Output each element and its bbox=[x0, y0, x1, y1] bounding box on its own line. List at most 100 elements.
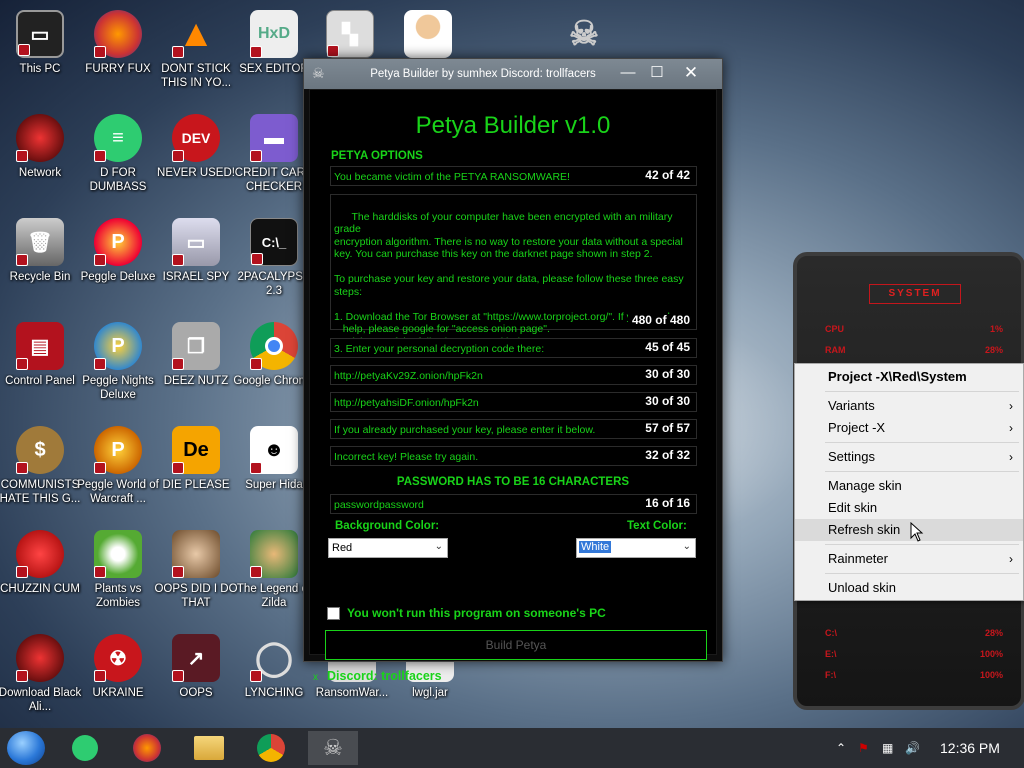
submenu-arrow-icon: › bbox=[1009, 399, 1013, 413]
skin-row-value: 1% bbox=[989, 324, 1003, 334]
desktop-icon-peggle-nights[interactable]: P Peggle Nights Deluxe bbox=[80, 316, 156, 416]
desktop-icon-recycle-bin[interactable]: 🗑 Recycle Bin bbox=[2, 212, 78, 312]
desktop-icon-legend-of-zilda[interactable]: The Legend of Zilda bbox=[236, 524, 312, 624]
text-color-label: Text Color: bbox=[627, 520, 687, 532]
text-color-select[interactable]: White ⌄ bbox=[576, 538, 696, 558]
shortcut-arrow-icon bbox=[172, 150, 184, 162]
desktop-icon-lynching[interactable]: ◯ LYNCHING bbox=[236, 628, 312, 728]
desktop-icon-label: This PC bbox=[19, 63, 61, 75]
minimize-button[interactable]: — bbox=[616, 63, 640, 83]
menu-item-project-x[interactable]: Project -X › bbox=[795, 417, 1023, 439]
desktop-icon-furry-fux[interactable]: FURRY FUX bbox=[80, 4, 156, 104]
desktop-icon-d-for-dumbass[interactable]: ≡ D FOR DUMBASS bbox=[80, 108, 156, 208]
skull-crossbones-icon: ☠ bbox=[568, 15, 600, 53]
menu-item-label: Rainmeter bbox=[828, 551, 888, 566]
desktop-icon-label: Control Panel bbox=[5, 375, 75, 387]
menu-separator bbox=[825, 544, 1019, 545]
desktop-icon-chuzzin[interactable]: CHUZZIN CUM bbox=[0, 524, 80, 624]
close-button[interactable]: ✕ bbox=[679, 63, 703, 83]
menu-item-edit-skin[interactable]: Edit skin bbox=[795, 497, 1023, 519]
shortcut-arrow-icon bbox=[16, 358, 28, 370]
menu-item-variants[interactable]: Variants › bbox=[795, 395, 1023, 417]
desktop-icon-israel-spy[interactable]: ▭ ISRAEL SPY bbox=[158, 212, 234, 312]
desktop-icon-plants-vs-zombies[interactable]: Plants vs Zombies bbox=[80, 524, 156, 624]
show-hidden-icons-icon[interactable]: ⌃ bbox=[836, 728, 846, 768]
desktop-icon-control-panel[interactable]: ▤ Control Panel bbox=[2, 316, 78, 416]
onion-url-1-field[interactable]: http://petyaKv29Z.onion/hpFk2n 30 of 30 bbox=[330, 365, 697, 385]
taskbar-petya-builder[interactable]: ☠ bbox=[308, 731, 358, 765]
money-bag-icon: $ bbox=[16, 426, 64, 474]
taskbar-chat-app[interactable] bbox=[60, 731, 110, 765]
start-button[interactable] bbox=[7, 731, 45, 765]
desktop-icon-dont-stick[interactable]: ▲ DONT STICK THIS IN YO... bbox=[158, 4, 234, 104]
taskbar-firefox[interactable] bbox=[122, 731, 172, 765]
menu-item-manage-skin[interactable]: Manage skin bbox=[795, 475, 1023, 497]
desktop-icon-label: D FOR DUMBASS bbox=[89, 167, 147, 193]
maximize-button[interactable]: ☐ bbox=[645, 63, 669, 83]
desktop-icon-super-hida[interactable]: ☻ Super Hida bbox=[236, 420, 312, 520]
field-text: If you already purchased your key, pleas… bbox=[334, 424, 596, 436]
desktop-icon-sex-editor[interactable]: HxD SEX EDITOR bbox=[236, 4, 312, 104]
dexter-icon: De bbox=[172, 426, 220, 474]
desktop-icon-communists[interactable]: $ COMMUNISTS HATE THIS G... bbox=[0, 420, 80, 520]
menu-separator bbox=[825, 391, 1019, 392]
onion-url-2-field[interactable]: http://petyahsiDF.onion/hpFk2n 30 of 30 bbox=[330, 392, 697, 412]
desktop-icon-die-please[interactable]: De DIE PLEASE bbox=[158, 420, 234, 520]
control-panel-icon: ▤ bbox=[16, 322, 64, 370]
shortcut-arrow-icon bbox=[250, 670, 262, 682]
desktop-icon-download-black[interactable]: Download Black Ali... bbox=[0, 628, 81, 728]
shortcut-arrow-icon bbox=[18, 44, 30, 56]
build-petya-button[interactable]: Build Petya bbox=[325, 630, 707, 660]
network-status-icon[interactable]: ▦ bbox=[882, 728, 893, 768]
desktop-icon-2pacalypse[interactable]: C:\_ 2PACALYPSE 2.3 bbox=[236, 212, 312, 312]
desktop-icon-credit-card[interactable]: ▬ CREDIT CARD CHECKER bbox=[235, 108, 313, 208]
taskbar-chrome[interactable] bbox=[246, 731, 296, 765]
menu-item-refresh-skin[interactable]: Refresh skin bbox=[795, 519, 1023, 541]
desktop-icon-deez-nutz[interactable]: ❐ DEEZ NUTZ bbox=[158, 316, 234, 416]
chrome-icon bbox=[257, 734, 285, 762]
shortcut-arrow-icon bbox=[250, 566, 262, 578]
shortcut-arrow-icon bbox=[172, 462, 184, 474]
chat-icon: ≡ bbox=[94, 114, 142, 162]
password-field[interactable]: passwordpassword 16 of 16 bbox=[330, 494, 697, 514]
background-color-select[interactable]: Red ⌄ bbox=[328, 538, 448, 558]
menu-item-settings[interactable]: Settings › bbox=[795, 446, 1023, 468]
shortcut-arrow-icon bbox=[172, 670, 184, 682]
shortcut-arrow-icon bbox=[251, 253, 263, 265]
desktop-icon-label: DONT STICK THIS IN YO... bbox=[160, 63, 232, 89]
menu-separator bbox=[825, 573, 1019, 574]
char-count: 30 of 30 bbox=[641, 367, 690, 381]
step3-field[interactable]: 3. Enter your personal decryption code t… bbox=[330, 338, 697, 358]
chrome-icon bbox=[250, 322, 298, 370]
desktop-icon-label: Peggle Nights Deluxe bbox=[82, 375, 154, 401]
desktop-icon-google-chrome[interactable]: Google Chrome bbox=[233, 316, 315, 416]
desktop-icon-network[interactable]: Network bbox=[2, 108, 78, 208]
menu-header[interactable]: Project -X\Red\System bbox=[795, 366, 1023, 388]
key-prompt-field[interactable]: If you already purchased your key, pleas… bbox=[330, 419, 697, 439]
volume-icon[interactable]: 🔊 bbox=[905, 728, 920, 768]
menu-item-rainmeter[interactable]: Rainmeter › bbox=[795, 548, 1023, 570]
window-titlebar[interactable]: ☠ Petya Builder by sumhex Discord: troll… bbox=[304, 59, 722, 89]
desktop-icon-oops[interactable]: ↗ OOPS bbox=[158, 628, 234, 728]
consent-checkbox[interactable] bbox=[327, 607, 340, 620]
desktop-icon-peggle-deluxe[interactable]: P Peggle Deluxe bbox=[80, 212, 156, 312]
network-device-icon: ▭ bbox=[172, 218, 220, 266]
system-clock[interactable]: 12:36 PM bbox=[940, 728, 1000, 768]
desktop-icon-label: LYNCHING bbox=[244, 687, 304, 699]
menu-item-unload-skin[interactable]: Unload skin bbox=[795, 577, 1023, 599]
action-center-flag-icon[interactable]: ⚑ bbox=[858, 728, 869, 768]
desktop-icon-peggle-wow[interactable]: P Peggle World of Warcraft ... bbox=[77, 420, 159, 520]
ransom-message-field[interactable]: The harddisks of your computer have been… bbox=[330, 194, 697, 348]
desktop-icon-ukraine[interactable]: ☢ UKRAINE bbox=[80, 628, 156, 728]
ransom-title-field[interactable]: You became victim of the PETYA RANSOMWAR… bbox=[330, 166, 697, 186]
desktop-icon-oops-did-i[interactable]: OOPS DID I DO THAT bbox=[154, 524, 238, 624]
taskbar-file-explorer[interactable] bbox=[184, 731, 234, 765]
shortcut-arrow-icon bbox=[250, 462, 262, 474]
char-count: 480 of 480 bbox=[627, 313, 690, 326]
desktop-icon-this-pc[interactable]: ▭ This PC bbox=[2, 4, 78, 104]
incorrect-key-field[interactable]: Incorrect key! Please try again. 32 of 3… bbox=[330, 446, 697, 466]
shortcut-arrow-icon bbox=[172, 46, 184, 58]
desktop-icon-never-used[interactable]: DEV NEVER USED! bbox=[157, 108, 235, 208]
shortcut-arrow-icon bbox=[16, 150, 28, 162]
desktop-icon-label: Peggle World of Warcraft ... bbox=[77, 479, 159, 505]
